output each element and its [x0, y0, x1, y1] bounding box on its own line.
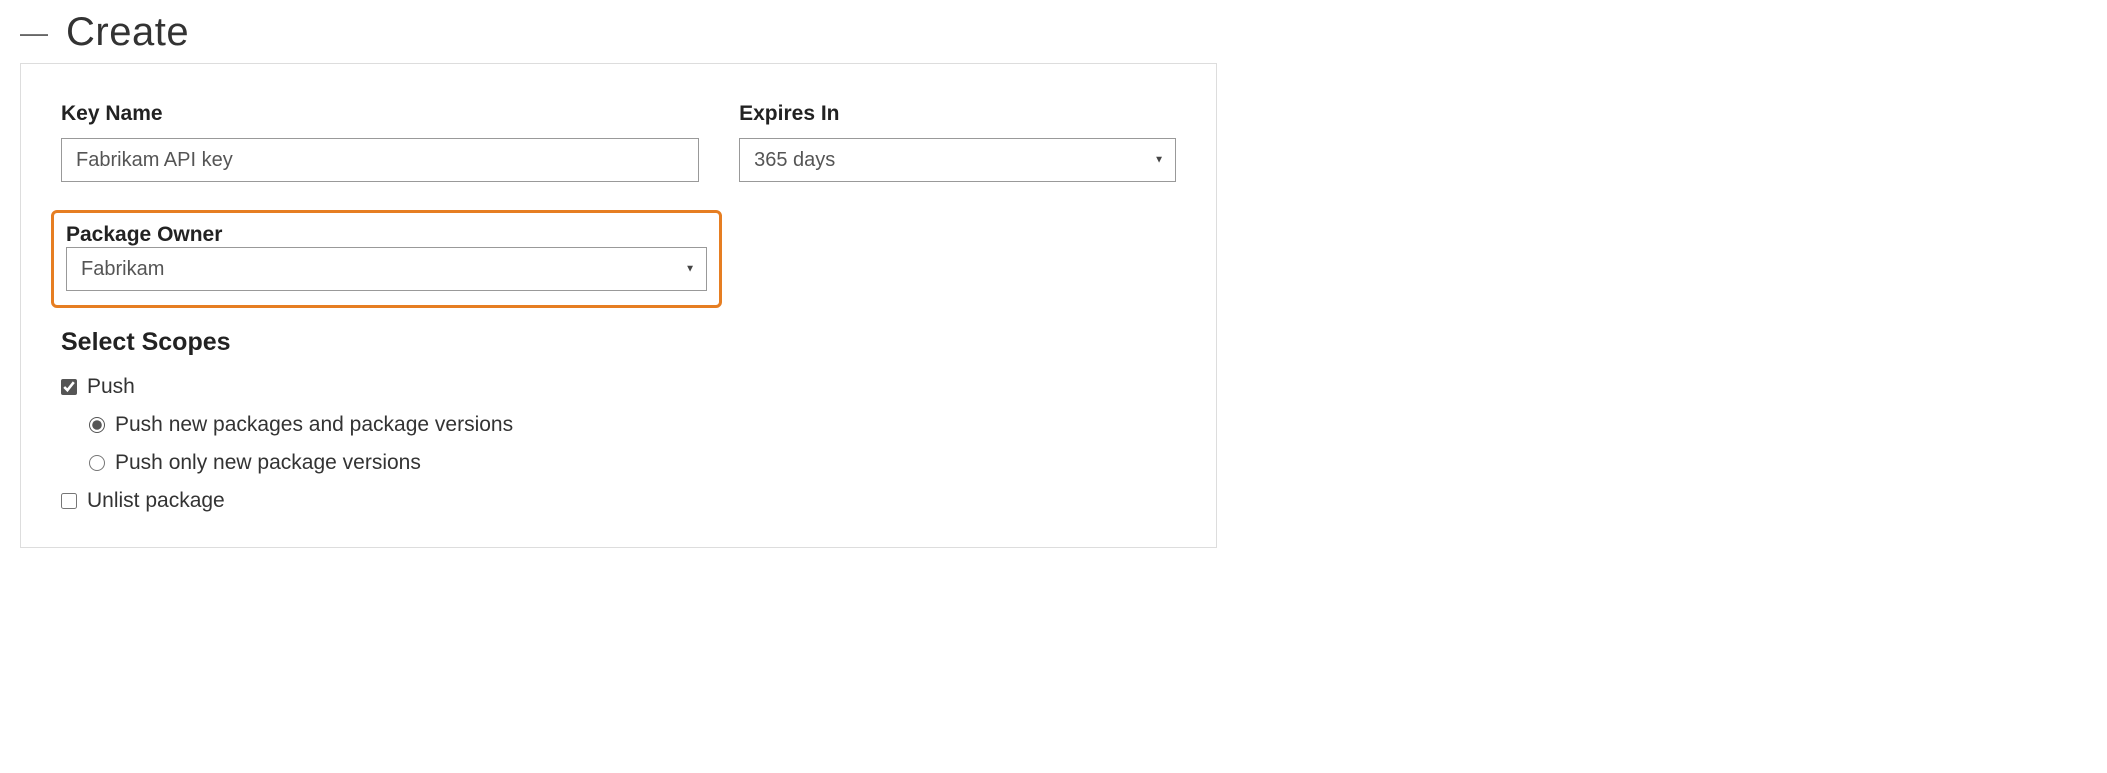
top-row: Key Name Expires In 365 days ▼: [61, 102, 1176, 182]
scope-unlist-row: Unlist package: [61, 489, 1176, 513]
unlist-checkbox[interactable]: [61, 493, 77, 509]
create-panel: Key Name Expires In 365 days ▼ Package O…: [20, 63, 1217, 548]
scope-push-new-row: Push new packages and package versions: [89, 413, 1176, 437]
key-name-label: Key Name: [61, 102, 699, 126]
expires-in-select[interactable]: 365 days: [739, 138, 1176, 182]
key-name-group: Key Name: [61, 102, 699, 182]
push-new-and-versions-label: Push new packages and package versions: [115, 413, 513, 437]
push-versions-only-radio[interactable]: [89, 455, 105, 471]
collapse-icon[interactable]: —: [20, 19, 48, 47]
key-name-input[interactable]: [61, 138, 699, 182]
expires-in-label: Expires In: [739, 102, 1176, 126]
push-new-and-versions-radio[interactable]: [89, 417, 105, 433]
push-versions-only-label: Push only new package versions: [115, 451, 421, 475]
expires-in-group: Expires In 365 days ▼: [739, 102, 1176, 182]
package-owner-select[interactable]: Fabrikam: [66, 247, 707, 291]
section-header: — Create: [20, 10, 2087, 55]
push-checkbox[interactable]: [61, 379, 77, 395]
unlist-label: Unlist package: [87, 489, 225, 513]
push-label: Push: [87, 375, 135, 399]
page-title: Create: [66, 10, 189, 55]
scope-push-versions-row: Push only new package versions: [89, 451, 1176, 475]
scopes-heading: Select Scopes: [61, 328, 1176, 357]
package-owner-highlight: Package Owner Fabrikam ▼: [51, 210, 722, 308]
scope-push-row: Push: [61, 375, 1176, 399]
package-owner-label: Package Owner: [66, 223, 222, 246]
